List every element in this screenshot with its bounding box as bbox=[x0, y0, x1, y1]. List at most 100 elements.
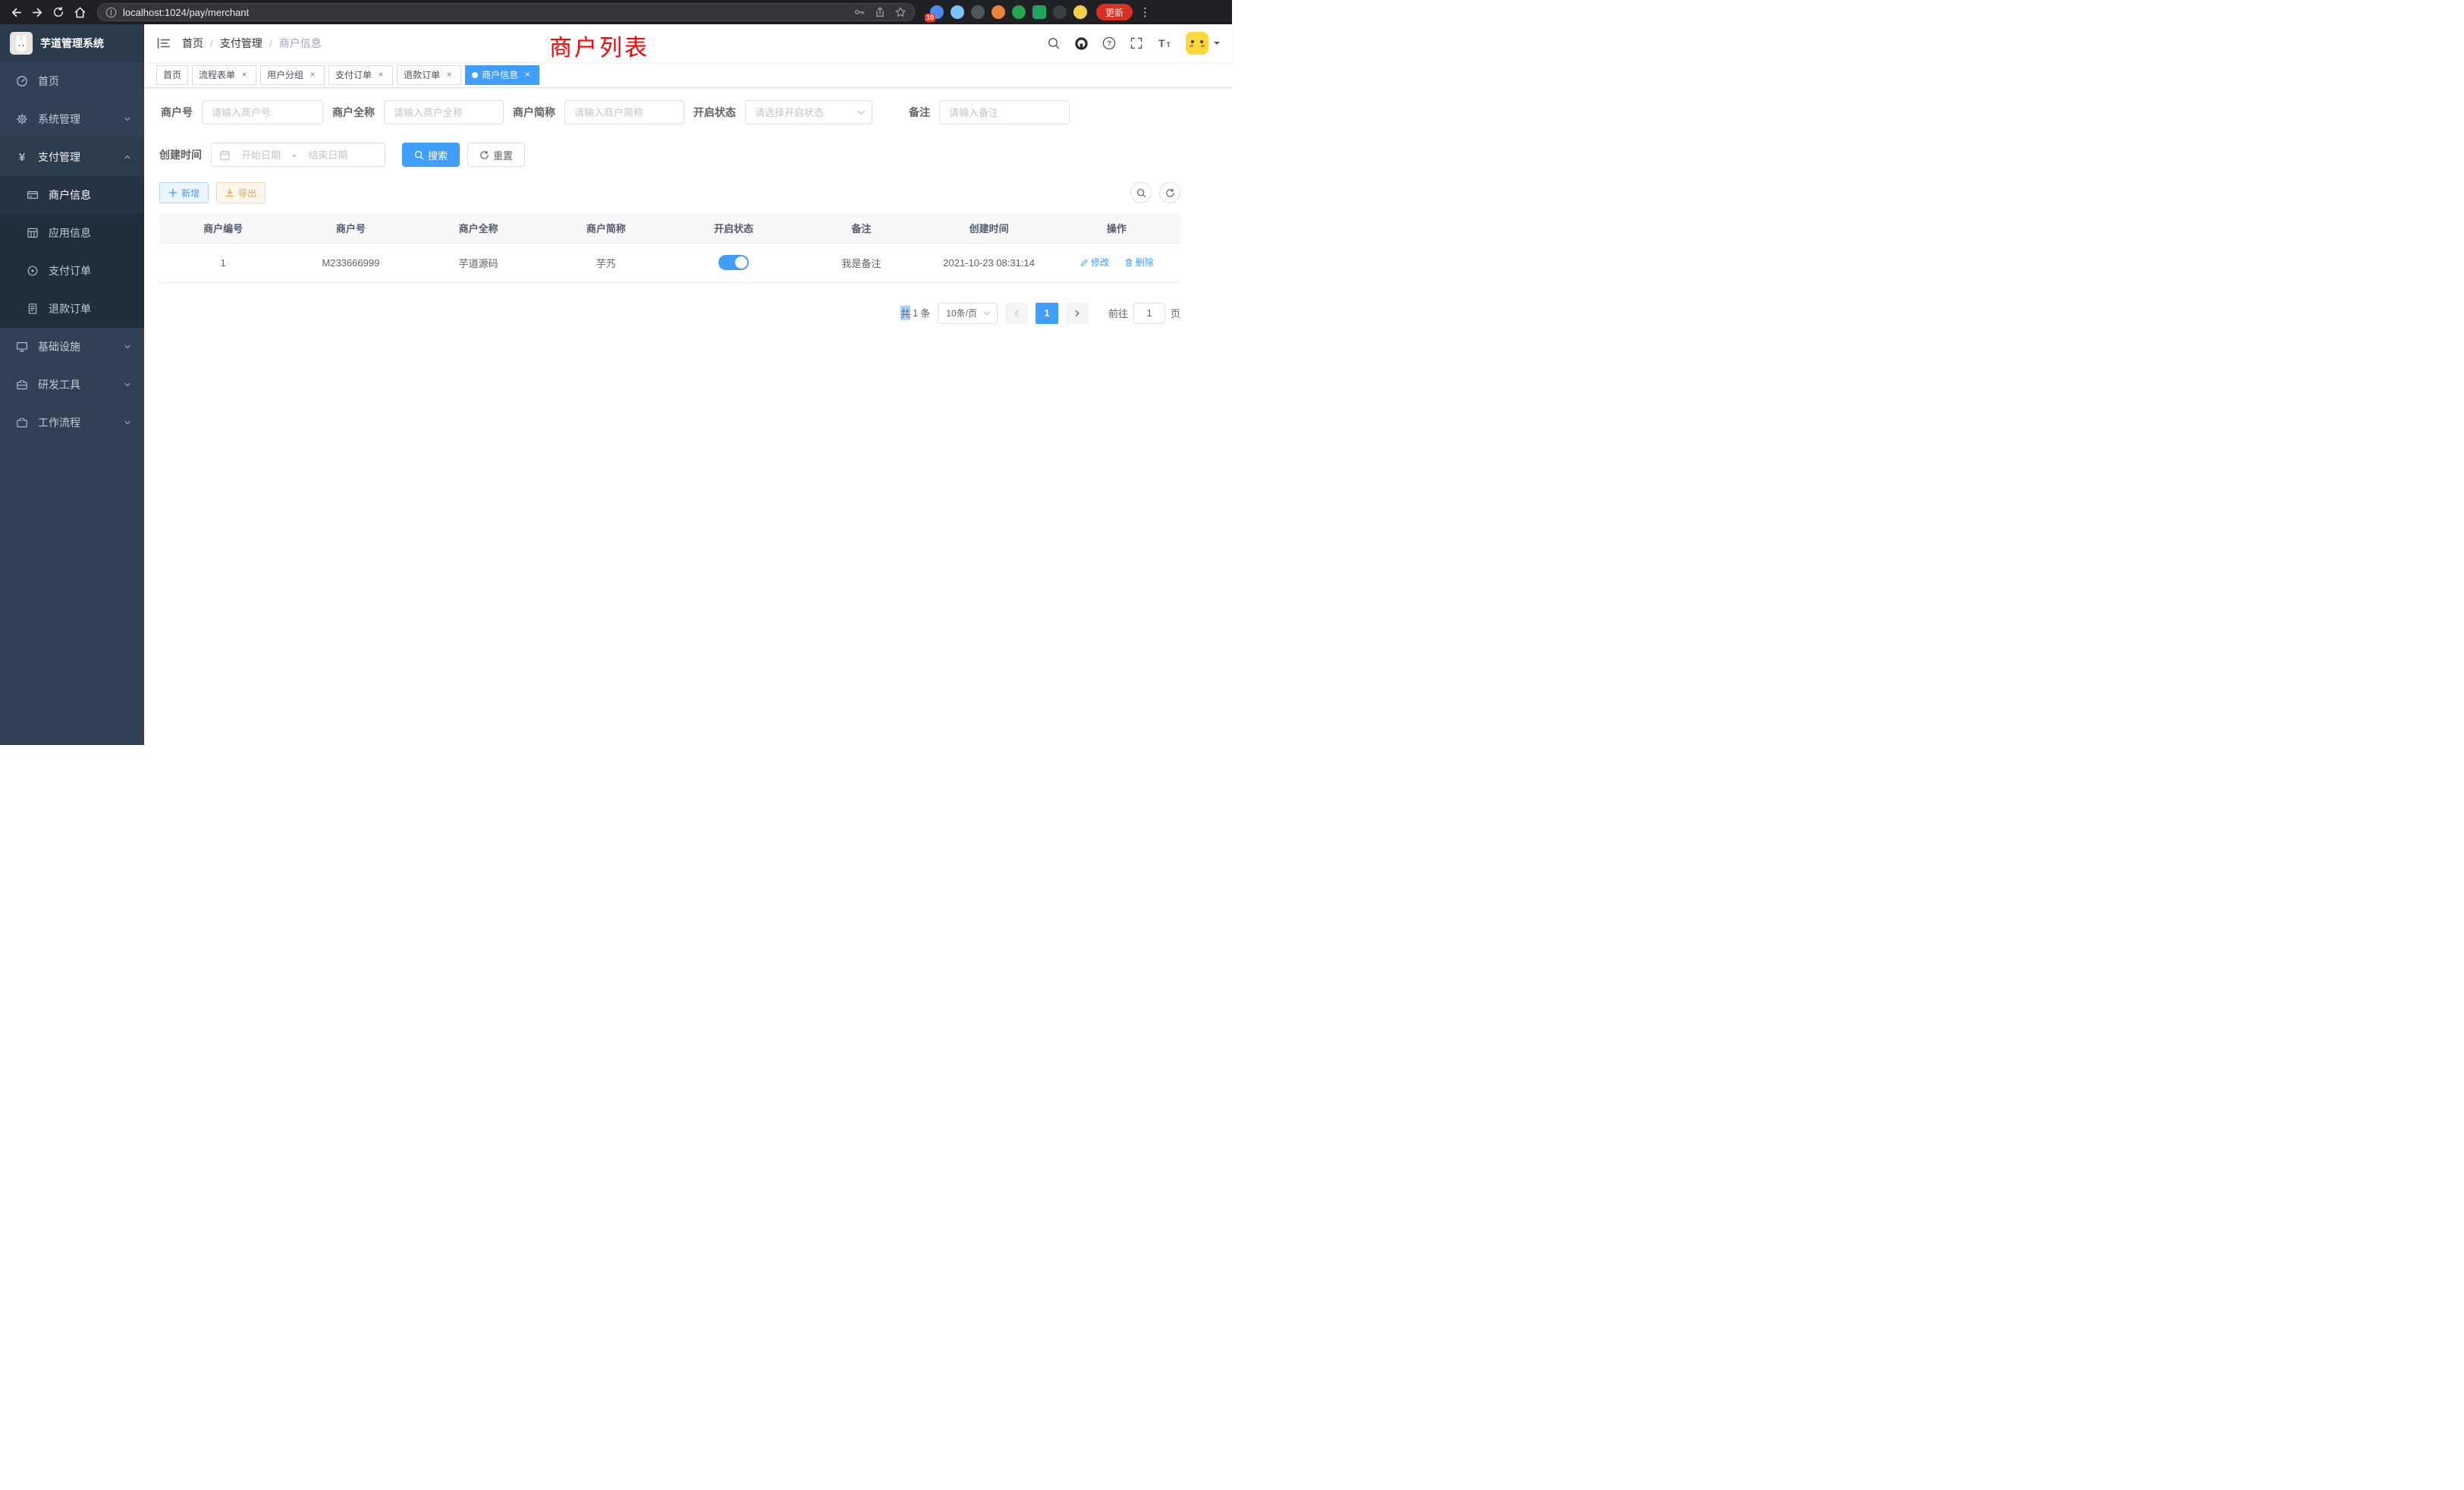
cell-short-name: 芋艿 bbox=[542, 243, 670, 282]
add-button-label: 新增 bbox=[181, 187, 200, 200]
sidebar-item-home[interactable]: 首页 bbox=[0, 62, 144, 100]
table-header-row: 商户编号 商户号 商户全称 商户简称 开启状态 备注 创建时间 操作 bbox=[159, 214, 1180, 243]
github-icon[interactable] bbox=[1074, 36, 1089, 51]
browser-update-button[interactable]: 更新 bbox=[1096, 4, 1133, 20]
reset-button[interactable]: 重置 bbox=[467, 143, 525, 167]
tab-process-form[interactable]: 流程表单 × bbox=[192, 65, 256, 85]
extension-icon[interactable] bbox=[992, 5, 1005, 19]
tab-label: 支付订单 bbox=[335, 68, 372, 81]
sidebar-item-payment[interactable]: ¥ 支付管理 bbox=[0, 138, 144, 176]
tab-merchant-info[interactable]: 商户信息 × bbox=[465, 65, 539, 85]
page-size-select[interactable]: 10条/页 bbox=[938, 303, 998, 324]
status-toggle[interactable] bbox=[718, 255, 749, 270]
svg-text:?: ? bbox=[1107, 40, 1111, 49]
extension-icon[interactable] bbox=[1012, 5, 1026, 19]
chevron-down-icon bbox=[123, 115, 132, 124]
page-number-1[interactable]: 1 bbox=[1036, 303, 1058, 324]
page-size-value: 10条/页 bbox=[946, 306, 977, 319]
breadcrumb-separator: / bbox=[210, 37, 213, 49]
tab-pay-order[interactable]: 支付订单 × bbox=[328, 65, 393, 85]
sidebar-item-workflow[interactable]: 工作流程 bbox=[0, 404, 144, 442]
bookmark-star-icon[interactable] bbox=[894, 6, 907, 18]
prev-page-button[interactable] bbox=[1005, 303, 1028, 324]
breadcrumb-home[interactable]: 首页 bbox=[182, 36, 203, 51]
tab-user-group[interactable]: 用户分组 × bbox=[260, 65, 325, 85]
fullscreen-icon[interactable] bbox=[1130, 36, 1143, 50]
extension-icon[interactable] bbox=[951, 5, 964, 19]
col-full-name: 商户全称 bbox=[415, 214, 542, 243]
toggle-search-button[interactable] bbox=[1130, 182, 1152, 203]
browser-back-button[interactable] bbox=[6, 2, 26, 22]
add-button[interactable]: 新增 bbox=[159, 182, 209, 203]
close-icon[interactable]: × bbox=[376, 70, 386, 80]
close-icon[interactable]: × bbox=[307, 70, 318, 80]
close-icon[interactable]: × bbox=[239, 70, 250, 80]
browser-menu-icon[interactable]: ⋮ bbox=[1134, 5, 1156, 19]
help-icon[interactable]: ? bbox=[1102, 36, 1116, 50]
payment-submenu: 商户信息 应用信息 支付订单 bbox=[0, 176, 144, 328]
chevron-down-icon bbox=[982, 309, 992, 318]
next-page-button[interactable] bbox=[1066, 303, 1089, 324]
chevron-up-icon bbox=[123, 152, 132, 162]
tab-label: 商户信息 bbox=[482, 68, 518, 81]
goto-page-input[interactable] bbox=[1133, 303, 1165, 324]
filter-remark-label: 备注 bbox=[909, 105, 939, 120]
extension-icon[interactable] bbox=[1053, 5, 1067, 19]
status-select-input[interactable] bbox=[745, 100, 872, 124]
sidebar-item-pay-order[interactable]: 支付订单 bbox=[0, 252, 144, 290]
address-bar[interactable]: localhost:1024/pay/merchant bbox=[97, 3, 915, 21]
browser-refresh-button[interactable] bbox=[49, 2, 68, 22]
gear-icon bbox=[15, 112, 29, 126]
url-text: localhost:1024/pay/merchant bbox=[123, 7, 847, 18]
create-time-range-picker[interactable]: - bbox=[211, 143, 385, 167]
font-size-icon[interactable]: TT bbox=[1157, 36, 1172, 50]
merchant-no-input[interactable] bbox=[202, 100, 323, 124]
extension-icon[interactable]: 10 bbox=[930, 5, 944, 19]
refresh-table-button[interactable] bbox=[1159, 182, 1180, 203]
browser-home-button[interactable] bbox=[70, 2, 90, 22]
dashboard-icon bbox=[15, 74, 29, 88]
sidebar-toggle-icon[interactable] bbox=[156, 36, 171, 51]
sidebar-item-refund-order[interactable]: 退款订单 bbox=[0, 290, 144, 328]
extension-icon[interactable] bbox=[1032, 5, 1046, 19]
sidebar-item-merchant-info[interactable]: 商户信息 bbox=[0, 176, 144, 214]
breadcrumb-payment[interactable]: 支付管理 bbox=[220, 36, 262, 51]
search-button-label: 搜索 bbox=[428, 148, 448, 162]
status-select[interactable] bbox=[745, 100, 872, 124]
sidebar-item-system[interactable]: 系统管理 bbox=[0, 100, 144, 138]
merchant-short-name-input[interactable] bbox=[564, 100, 684, 124]
search-icon[interactable] bbox=[1047, 36, 1061, 50]
share-icon[interactable] bbox=[874, 6, 886, 18]
menu-label: 支付管理 bbox=[38, 149, 80, 165]
edit-link[interactable]: 修改 bbox=[1080, 256, 1109, 269]
sidebar-item-app-info[interactable]: 应用信息 bbox=[0, 214, 144, 252]
total-suffix: 条 bbox=[920, 306, 930, 320]
filter-short-name-label: 商户简称 bbox=[513, 105, 564, 120]
remark-input[interactable] bbox=[939, 100, 1070, 124]
sidebar-item-dev-tools[interactable]: 研发工具 bbox=[0, 366, 144, 404]
top-navbar: 首页 / 支付管理 / 商户信息 ? bbox=[144, 24, 1232, 62]
app-logo[interactable]: 芋道管理系统 bbox=[0, 24, 144, 62]
close-icon[interactable]: × bbox=[444, 70, 454, 80]
browser-profile-avatar[interactable] bbox=[1073, 5, 1087, 19]
search-button[interactable]: 搜索 bbox=[402, 143, 460, 167]
reset-button-label: 重置 bbox=[493, 148, 513, 162]
page-info-icon[interactable] bbox=[105, 7, 117, 18]
browser-forward-button[interactable] bbox=[27, 2, 47, 22]
tab-refund-order[interactable]: 退款订单 × bbox=[397, 65, 461, 85]
merchant-full-name-input[interactable] bbox=[384, 100, 504, 124]
end-date-input[interactable] bbox=[300, 149, 355, 161]
target-icon bbox=[26, 264, 39, 278]
delete-link[interactable]: 删除 bbox=[1124, 256, 1154, 269]
chevron-down-icon bbox=[123, 342, 132, 351]
password-key-icon[interactable] bbox=[853, 6, 866, 18]
user-menu[interactable] bbox=[1186, 32, 1220, 55]
export-button[interactable]: 导出 bbox=[216, 182, 266, 203]
tab-home[interactable]: 首页 bbox=[156, 65, 188, 85]
close-icon[interactable]: × bbox=[522, 70, 533, 80]
chevron-down-icon bbox=[123, 380, 132, 389]
extension-icon[interactable] bbox=[971, 5, 985, 19]
sidebar-item-infrastructure[interactable]: 基础设施 bbox=[0, 328, 144, 366]
start-date-input[interactable] bbox=[234, 149, 288, 161]
sidebar: 芋道管理系统 首页 系统管理 bbox=[0, 24, 144, 745]
